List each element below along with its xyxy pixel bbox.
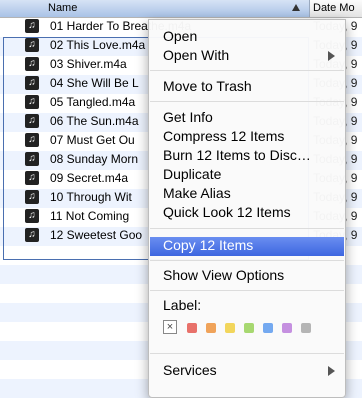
label-purple-swatch[interactable]: [282, 323, 292, 333]
music-file-icon: ♫: [25, 95, 39, 109]
context-menu: Open Open With Move to Trash Get Info Co…: [148, 19, 346, 398]
music-file-icon: ♫: [25, 171, 39, 185]
music-file-icon: ♫: [25, 209, 39, 223]
menu-item-open[interactable]: Open: [163, 28, 197, 44]
name-column-header[interactable]: Name: [0, 0, 310, 17]
file-name: 07 Must Get Ou: [50, 133, 135, 147]
menu-separator: [150, 70, 344, 71]
music-file-icon: ♫: [25, 19, 39, 33]
label-none-swatch[interactable]: ×: [163, 320, 177, 334]
file-name: 02 This Love.m4a: [50, 38, 146, 52]
file-name: 10 Through Wit: [50, 190, 132, 204]
music-file-icon: ♫: [25, 38, 39, 52]
file-name: 06 The Sun.m4a: [50, 114, 139, 128]
music-file-icon: ♫: [25, 228, 39, 242]
name-column-label: Name: [48, 2, 78, 14]
music-file-icon: ♫: [25, 190, 39, 204]
file-name: 11 Not Coming: [50, 209, 130, 223]
file-name: 04 She Will Be L: [50, 76, 139, 90]
menu-separator: [150, 101, 344, 102]
menu-separator: [150, 228, 344, 229]
column-header: Name Date Mo: [0, 0, 362, 18]
music-file-icon: ♫: [25, 57, 39, 71]
menu-item-get-info[interactable]: Get Info: [163, 109, 213, 125]
music-file-icon: ♫: [25, 114, 39, 128]
menu-separator: [150, 260, 344, 261]
menu-item-copy[interactable]: Copy 12 Items: [163, 237, 253, 253]
label-gray-swatch[interactable]: [301, 323, 311, 333]
menu-item-duplicate[interactable]: Duplicate: [163, 166, 221, 182]
menu-item-show-view-options[interactable]: Show View Options: [163, 267, 284, 283]
file-name: 05 Tangled.m4a: [50, 95, 136, 109]
menu-item-move-to-trash[interactable]: Move to Trash: [163, 78, 252, 94]
menu-item-make-alias[interactable]: Make Alias: [163, 185, 231, 201]
label-blue-swatch[interactable]: [263, 323, 273, 333]
submenu-arrow-icon: [328, 366, 335, 376]
menu-separator: [150, 353, 344, 354]
menu-item-burn[interactable]: Burn 12 Items to Disc…: [163, 147, 311, 163]
music-file-icon: ♫: [25, 133, 39, 147]
sort-ascending-icon: [292, 4, 300, 11]
label-red-swatch[interactable]: [187, 323, 197, 333]
submenu-arrow-icon: [328, 51, 335, 61]
menu-item-compress[interactable]: Compress 12 Items: [163, 128, 284, 144]
menu-label-heading: Label:: [163, 297, 202, 313]
menu-separator: [150, 290, 344, 291]
menu-item-quick-look[interactable]: Quick Look 12 Items: [163, 204, 291, 220]
label-orange-swatch[interactable]: [206, 323, 216, 333]
music-file-icon: ♫: [25, 152, 39, 166]
file-name: 12 Sweetest Goo: [50, 228, 143, 242]
label-green-swatch[interactable]: [244, 323, 254, 333]
file-name: 08 Sunday Morn: [50, 152, 139, 166]
file-name: 03 Shiver.m4a: [50, 57, 127, 71]
file-name: 09 Secret.m4a: [50, 171, 129, 185]
menu-item-open-with[interactable]: Open With: [163, 47, 229, 63]
label-yellow-swatch[interactable]: [225, 323, 235, 333]
music-file-icon: ♫: [25, 76, 39, 90]
date-modified-column-header[interactable]: Date Mo: [313, 2, 355, 14]
menu-item-services[interactable]: Services: [163, 362, 217, 378]
